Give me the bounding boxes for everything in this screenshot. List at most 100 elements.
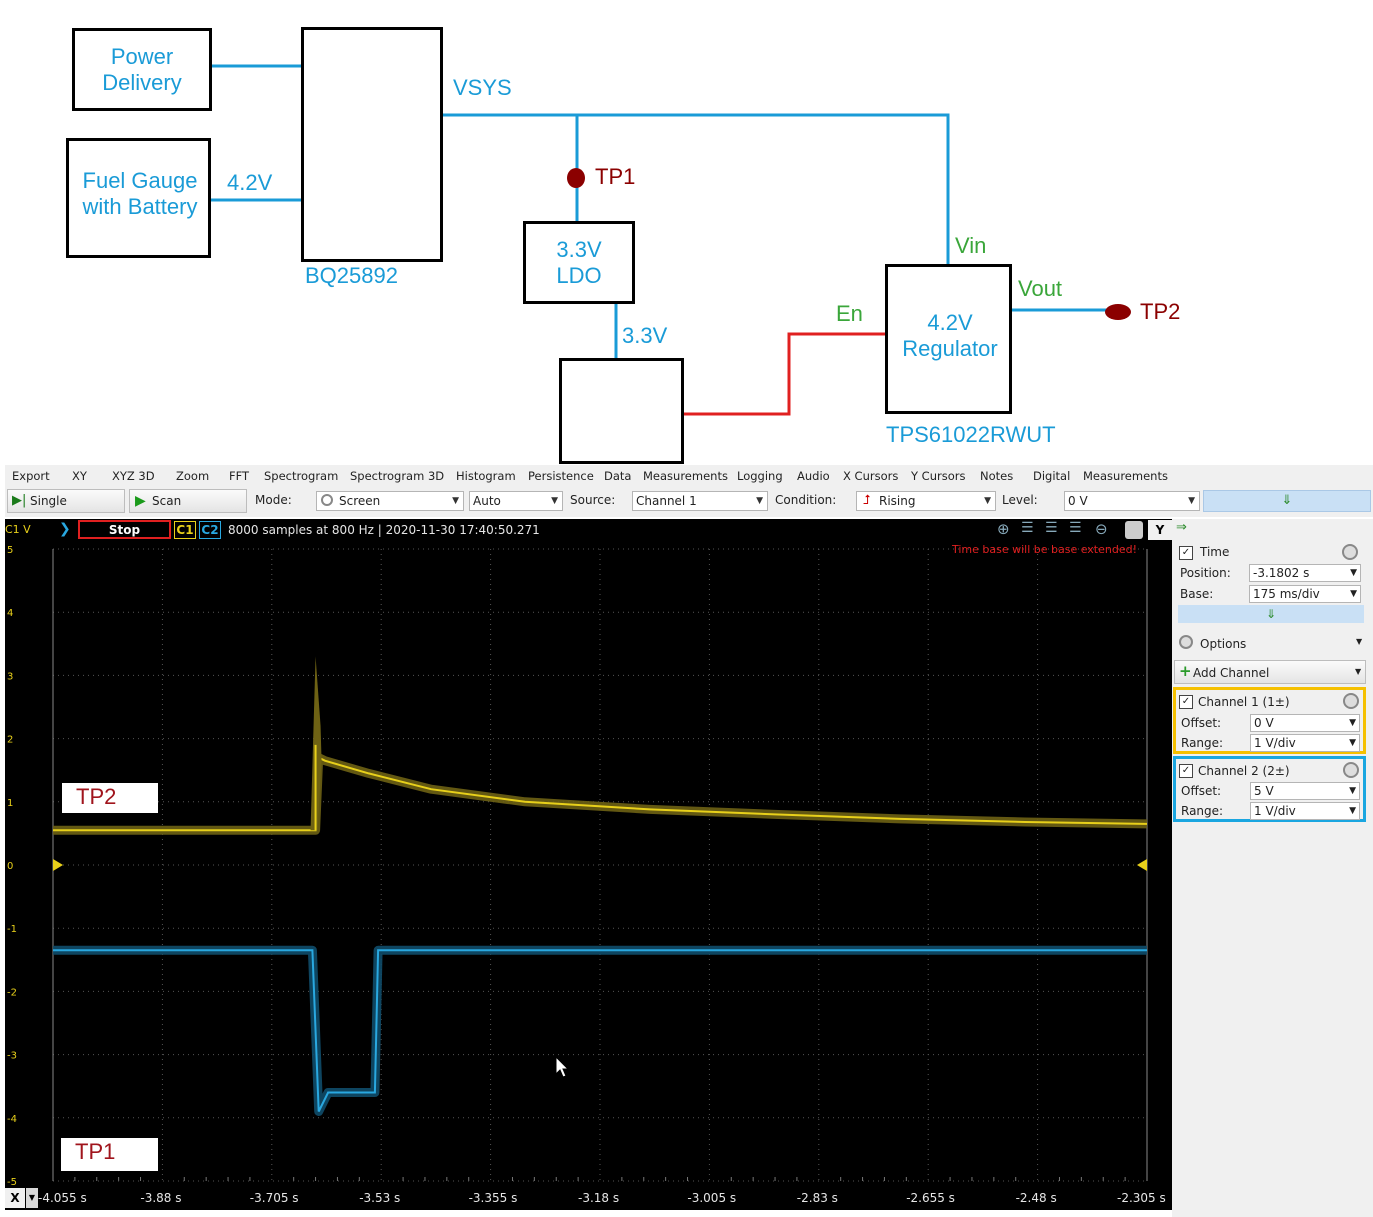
en-label: En — [836, 301, 863, 326]
trigger-toolbar: ▶| Single ▶ Scan Mode: Screen ▼ Auto ▼ Sou… — [5, 487, 1373, 517]
position-label: Position: — [1180, 566, 1231, 580]
ch2-range-value: 1 V/div — [1254, 804, 1296, 818]
tps-label: TPS61022RWUT — [886, 422, 1056, 447]
zoom-in-icon[interactable]: ⊕ — [997, 520, 1010, 538]
waveform-plot[interactable]: 5 4 3 2 1 0 -1 -2 -3 -4 -5 — [5, 541, 1172, 1186]
expand-trigger-button[interactable]: ⇓ — [1203, 490, 1371, 512]
down-arrow-icon: ⇓ — [1281, 493, 1293, 508]
menu-histogram[interactable]: Histogram — [456, 469, 516, 483]
v33-label: 3.3V — [622, 323, 668, 348]
x-axis-dropdown[interactable]: ▼ — [26, 1188, 38, 1208]
auto-select[interactable]: Auto ▼ — [469, 491, 563, 511]
menu-zoom[interactable]: Zoom — [176, 469, 209, 483]
menu-xy[interactable]: XY — [72, 469, 87, 483]
source-select[interactable]: Channel 1 ▼ — [632, 491, 768, 511]
channel1-title: Channel 1 (1±) — [1198, 695, 1290, 709]
y-axis-button[interactable]: Y — [1148, 520, 1172, 540]
c1-badge[interactable]: C1 — [174, 521, 196, 539]
mode-select[interactable]: Screen ▼ — [316, 491, 464, 511]
menu-xyz3d[interactable]: XYZ 3D — [112, 469, 155, 483]
gear-icon[interactable] — [1125, 521, 1143, 539]
time-checkbox[interactable]: ✓ — [1179, 546, 1193, 560]
c1v-label: C1 V — [5, 523, 31, 536]
y-tick-label: -1 — [7, 924, 17, 935]
c2-badge[interactable]: C2 — [199, 521, 221, 539]
ch1-zero-marker-right — [1137, 859, 1147, 871]
chevron-down-icon: ▼ — [1349, 786, 1356, 796]
ch1-offset-input[interactable]: 0 V ▼ — [1250, 714, 1360, 732]
stop-button[interactable]: Stop — [78, 520, 171, 539]
tp2-overlay-label: TP2 — [62, 783, 158, 813]
y-tick-label: 3 — [7, 671, 13, 682]
single-button[interactable]: ▶| Single — [7, 489, 125, 513]
channel1-checkbox[interactable]: ✓ — [1179, 695, 1193, 709]
tp2-dot — [1105, 304, 1131, 320]
stop-label: Stop — [108, 523, 141, 537]
align-top-icon[interactable]: ☰ — [1021, 520, 1034, 536]
scope-plot[interactable]: 5 4 3 2 1 0 -1 -2 -3 -4 -5 Time base will be base … — [5, 541, 1172, 1186]
x-tick-label: -3.005 s — [687, 1191, 737, 1205]
source-label: Source: — [570, 493, 616, 507]
condition-select[interactable]: ⮥ Rising ▼ — [856, 491, 996, 511]
x-tick-label: -3.88 s — [140, 1191, 182, 1205]
gear-icon[interactable] — [1342, 544, 1358, 560]
menu-spectrogram[interactable]: Spectrogram — [264, 469, 338, 483]
options-label: Options — [1200, 637, 1247, 651]
x-axis-button[interactable]: X — [5, 1188, 25, 1208]
ch2-range-select[interactable]: 1 V/div ▼ — [1250, 802, 1360, 820]
align-mid-icon[interactable]: ☰ — [1045, 520, 1058, 536]
menu-digital[interactable]: Digital — [1033, 469, 1070, 483]
chevron-down-icon: ▼ — [1349, 718, 1356, 728]
menu-logging[interactable]: Logging — [737, 469, 783, 483]
ch2-offset-input[interactable]: 5 V ▼ — [1250, 782, 1360, 800]
base-select[interactable]: 175 ms/div ▼ — [1249, 585, 1361, 603]
mode-label: Mode: — [255, 493, 292, 507]
ch1-offset-value: 0 V — [1254, 716, 1274, 730]
menu-audio[interactable]: Audio — [797, 469, 830, 483]
fuel-gauge-label: Fuel Gauge with Battery — [82, 168, 198, 219]
c1-label: C1 — [176, 523, 194, 537]
add-channel-button[interactable]: + Add Channel ▼ — [1174, 660, 1366, 684]
play-icon[interactable]: ❯ — [59, 521, 71, 537]
down-arrow-icon: ⇓ — [1265, 607, 1277, 621]
chevron-down-icon: ▼ — [1356, 637, 1363, 646]
menu-data[interactable]: Data — [604, 469, 631, 483]
menu-measurements-2[interactable]: Measurements — [1083, 469, 1168, 483]
gear-icon[interactable] — [1343, 693, 1359, 709]
wire-vsys — [442, 113, 950, 265]
bq25892-block — [301, 27, 443, 262]
x-tick-label: -2.305 s — [1117, 1191, 1166, 1205]
menu-bar: Export XY XYZ 3D Zoom FFT Spectrogram Sp… — [5, 465, 1373, 487]
condition-value: Rising — [879, 494, 916, 508]
menu-notes[interactable]: Notes — [980, 469, 1013, 483]
menu-spectrogram3d[interactable]: Spectrogram 3D — [350, 469, 444, 483]
ch1-offset-label: Offset: — [1181, 716, 1222, 730]
menu-persistence[interactable]: Persistence — [528, 469, 594, 483]
level-value: 0 V — [1068, 494, 1088, 508]
gear-icon[interactable] — [1343, 762, 1359, 778]
warning-text: Time base will be base extended! — [951, 543, 1137, 556]
time-expand-button[interactable]: ⇓ — [1178, 605, 1364, 623]
v42-label: 4.2V — [227, 170, 273, 195]
menu-fft[interactable]: FFT — [229, 469, 249, 483]
mcu-block — [559, 358, 684, 464]
tp1-overlay-label: TP1 — [61, 1138, 158, 1171]
position-input[interactable]: -3.1802 s ▼ — [1249, 564, 1361, 582]
collapse-arrow-icon[interactable]: ⇒ — [1176, 520, 1187, 535]
ch1-range-select[interactable]: 1 V/div ▼ — [1250, 734, 1360, 752]
x-tick-label: -3.53 s — [359, 1191, 401, 1205]
y-label: Y — [1155, 523, 1165, 537]
menu-x-cursors[interactable]: X Cursors — [843, 469, 898, 483]
options-row[interactable]: Options ▼ — [1174, 633, 1368, 655]
tp1-dot — [567, 168, 585, 188]
position-value: -3.1802 s — [1253, 566, 1310, 580]
level-select[interactable]: 0 V ▼ — [1064, 491, 1200, 511]
menu-measurements[interactable]: Measurements — [643, 469, 728, 483]
zoom-out-icon[interactable]: ⊖ — [1095, 520, 1108, 538]
scan-button[interactable]: ▶ Scan — [129, 489, 247, 513]
align-bottom-icon[interactable]: ☰ — [1069, 520, 1082, 536]
menu-y-cursors[interactable]: Y Cursors — [911, 469, 965, 483]
channel2-checkbox[interactable]: ✓ — [1179, 764, 1193, 778]
menu-export[interactable]: Export — [12, 469, 50, 483]
ch1-range-label: Range: — [1181, 736, 1224, 750]
